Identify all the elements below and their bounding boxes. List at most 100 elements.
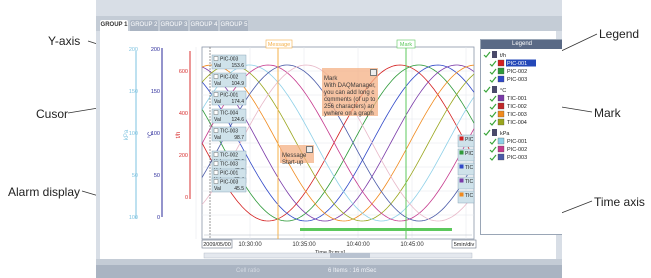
tab-group-3[interactable]: GROUP 3 <box>160 20 188 31</box>
legend-group-icon <box>492 129 497 136</box>
readout-lower-swatch <box>213 179 219 184</box>
right-readout-swatch <box>459 164 464 169</box>
axis-degc: 200 150 100 50 0 °C <box>148 47 163 221</box>
right-readout-swatch <box>459 192 464 197</box>
message-marker-label: Message <box>268 42 290 48</box>
legend-item-swatch <box>497 67 505 75</box>
status-bar: Cell ratio 6 Items : 16 mSec <box>96 265 562 278</box>
start-annotation-close[interactable] <box>306 146 313 153</box>
legend-group-icon <box>492 51 497 58</box>
readout-upper-value: 98.7 <box>234 135 244 141</box>
th-tick-200: 200 <box>179 153 188 159</box>
legend-item-check-icon <box>489 146 497 153</box>
time-tick-3: 10:40:00 <box>346 242 370 248</box>
time-tick-1: 10:30:00 <box>238 242 262 248</box>
readout-lower-swatch <box>213 152 219 157</box>
degc-tick-50: 50 <box>154 173 160 179</box>
degc-tick-150: 150 <box>151 89 160 95</box>
time-tick-2: 10:35:00 <box>292 242 316 248</box>
readout-lower-val-label: Val <box>214 186 221 192</box>
kpa-unit-label: kPa <box>124 129 130 140</box>
readout-upper-val-label: Val <box>214 135 221 141</box>
legend-item-tag: PIC-002 <box>507 69 527 75</box>
readout-upper-tag: TIC-004 <box>220 111 238 117</box>
readout-upper-tag: TIC-003 <box>220 129 238 135</box>
legend-item-check-icon <box>489 154 497 161</box>
time-span-label: 5min/div <box>454 242 475 248</box>
legend-item-swatch <box>497 75 505 83</box>
right-edge-readouts: PIC PIC TIC TIC TIC <box>457 134 475 204</box>
legend-item-check-icon <box>489 103 497 110</box>
readout-upper-val-label: Val <box>214 117 221 123</box>
trend-screen: GROUP 1 GROUP 2 GROUP 3 GROUP 4 GROUP 5 … <box>96 0 562 278</box>
readout-lower-swatch <box>213 170 219 175</box>
readout-upper-tag: PIC-002 <box>220 75 239 81</box>
degc-tick-200: 200 <box>151 47 160 53</box>
legend-item-swatch <box>497 145 505 153</box>
time-scroll-thumb[interactable] <box>330 253 370 258</box>
callout-legend: Legend <box>599 27 640 41</box>
status-faded-text: Cell ratio <box>236 268 260 274</box>
right-readout-swatch <box>459 178 464 183</box>
readout-upper-tag: PIC-003 <box>220 57 239 63</box>
right-readout-tag: PIC <box>465 151 474 157</box>
right-readout-swatch <box>459 150 464 155</box>
legend-item-check-icon <box>489 119 497 126</box>
right-readout-tag: PIC <box>465 137 474 143</box>
legend-group-unit: °C <box>500 88 506 94</box>
callout-time-axis: Time axis <box>594 195 645 209</box>
callout-mark: Mark <box>594 106 621 120</box>
legend-item-check-icon <box>489 68 497 75</box>
legend-check-icon <box>483 51 491 58</box>
kpa-tick-100: 100 <box>129 131 138 137</box>
th-tick-600: 600 <box>179 69 188 75</box>
status-items: 6 Items : 16 mSec <box>328 268 377 274</box>
tab-group-1[interactable]: GROUP 1 <box>100 20 128 31</box>
tab-group-2[interactable]: GROUP 2 <box>130 20 158 31</box>
group-tab-bar: GROUP 1 GROUP 2 GROUP 3 GROUP 4 GROUP 5 <box>96 16 562 31</box>
legend-panel: Legend t/h PIC-001 PIC-002 PIC-003 °C TIC-001… <box>480 39 562 235</box>
callout-y-axis: Y-axis <box>48 34 81 48</box>
readout-upper-swatch <box>213 74 219 79</box>
callout-cursor: Cusor <box>36 107 69 121</box>
tab-group-5[interactable]: GROUP 5 <box>220 20 248 31</box>
readout-lower-swatch <box>213 161 219 166</box>
mark-marker-label: Mark <box>400 42 412 48</box>
th-unit-label: t/h <box>176 132 182 139</box>
legend-item-swatch <box>497 59 505 67</box>
legend-item-tag: TIC-002 <box>507 104 527 110</box>
legend-item-tag: PIC-003 <box>507 77 527 83</box>
kpa-tick-min: 100 <box>129 215 138 221</box>
legend-item-tag: PIC-002 <box>507 147 527 153</box>
th-tick-400: 400 <box>179 111 188 117</box>
legend-check-icon <box>483 86 491 93</box>
readout-upper-value: 153.6 <box>231 63 244 69</box>
mark-annotation-close[interactable] <box>370 69 377 76</box>
legend-check-icon <box>483 129 491 136</box>
legend-item-tag: TIC-003 <box>507 112 527 118</box>
readout-lower-value: 45.5 <box>234 186 244 192</box>
degc-unit-label: °C <box>148 131 154 138</box>
right-readout-tag: TIC <box>465 179 473 185</box>
readout-upper-value: 174.4 <box>231 99 244 105</box>
kpa-tick-200: 200 <box>129 47 138 53</box>
tab-group-4[interactable]: GROUP 4 <box>190 20 218 31</box>
readout-upper-val-label: Val <box>214 99 221 105</box>
legend-item-tag: PIC-001 <box>507 139 527 145</box>
mark-annotation[interactable]: Mark With DAQManager, you can add long c… <box>322 68 378 117</box>
readout-upper-tag: PIC-001 <box>220 93 239 99</box>
legend-item-check-icon <box>489 60 497 67</box>
start-annotation[interactable]: Message Start-up <box>280 145 314 166</box>
readout-lower-tag: PIC-003 <box>220 180 239 186</box>
readout-upper-value: 104.9 <box>231 81 244 87</box>
readout-upper-value: 124.6 <box>231 117 244 123</box>
legend-item-tag: PIC-001 <box>507 61 527 67</box>
legend-item-swatch <box>497 94 505 102</box>
legend-item-check-icon <box>489 76 497 83</box>
callout-alarm-display: Alarm display <box>8 185 81 199</box>
th-tick-0: 0 <box>185 195 188 201</box>
legend-item-check-icon <box>489 138 497 145</box>
right-readout-swatch <box>459 136 464 141</box>
readout-lower-tag: TIC-003 <box>220 162 238 168</box>
readout-lower-tag: PIC-001 <box>220 171 239 177</box>
